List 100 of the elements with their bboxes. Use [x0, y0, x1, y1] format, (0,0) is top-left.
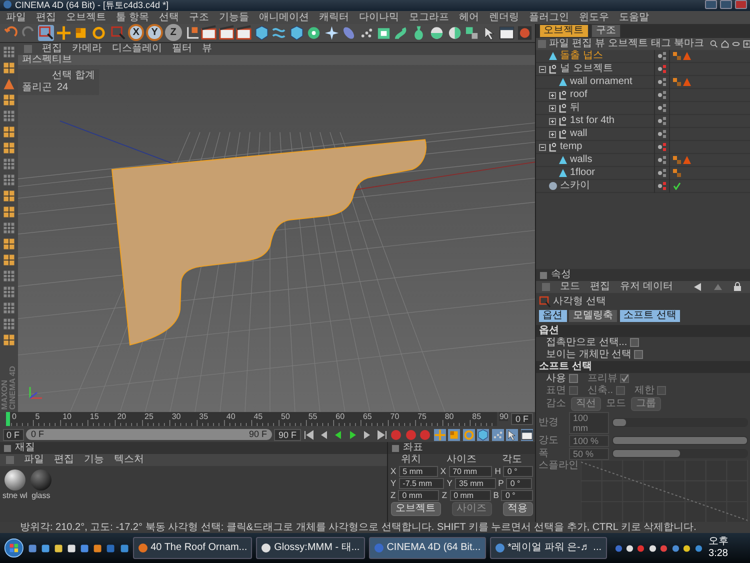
menu-item[interactable]: 뷰 [595, 38, 605, 50]
attribute-tab[interactable]: 모델링축 [569, 310, 617, 322]
menu-item[interactable]: 캐릭터 [318, 12, 349, 24]
axis-button[interactable]: X [128, 24, 144, 42]
menu-item[interactable]: 기능 [84, 454, 104, 466]
win-icon[interactable] [520, 428, 532, 440]
grid-icon[interactable] [2, 300, 16, 315]
menu-handle-icon[interactable] [6, 456, 14, 464]
texture-tag-icon[interactable] [672, 156, 680, 164]
visibility-toggle[interactable] [663, 90, 666, 100]
menu-item[interactable]: 디스플레이 [112, 42, 162, 55]
selection-icon[interactable] [38, 24, 54, 41]
mode-dropdown[interactable]: 오브젝트 [390, 502, 440, 516]
material-name[interactable]: glass [32, 490, 50, 500]
taskbar-button[interactable]: Glossy:MMM - 태... [256, 537, 365, 559]
object-name[interactable]: walls [570, 154, 592, 166]
grid-icon[interactable] [2, 204, 16, 219]
menu-item[interactable]: 유저 데이터 [620, 281, 673, 294]
coordinate-field[interactable]: 0 ° [506, 478, 532, 489]
visibility-toggle[interactable] [663, 78, 666, 86]
grid-icon[interactable] [2, 124, 16, 139]
maximize-icon[interactable] [720, 0, 732, 9]
cube-icon[interactable] [254, 24, 270, 41]
grid-icon[interactable] [2, 220, 16, 235]
object-name[interactable]: temp [560, 141, 582, 153]
visibility-toggle[interactable] [663, 156, 666, 164]
menu-item[interactable]: 모드 [560, 281, 580, 294]
app-icon[interactable] [67, 542, 76, 554]
menu-item[interactable]: 필터 [172, 42, 192, 55]
coordinate-field[interactable]: -7.5 mm [398, 478, 444, 489]
slider-track[interactable] [612, 449, 748, 458]
sphere-icon[interactable] [428, 24, 445, 41]
grid-icon[interactable] [2, 92, 16, 107]
object-name[interactable]: 1st for 4th [570, 115, 614, 127]
coordinate-field[interactable]: 70 mm [448, 466, 492, 477]
visibility-toggle[interactable] [663, 116, 666, 126]
taskbar-button[interactable]: *레이얼 파워 은-♬ ... [490, 537, 607, 559]
selection-icon[interactable] [110, 24, 126, 41]
frame-field[interactable]: 0 F [511, 413, 532, 425]
menu-item[interactable]: 헤어 [458, 12, 479, 24]
capsule-icon[interactable] [341, 24, 357, 41]
object-name[interactable]: 1floor [570, 167, 596, 179]
object-name[interactable]: 스카이 [560, 180, 590, 192]
menu-item[interactable]: 파일 [549, 38, 569, 50]
new-window-icon[interactable] [743, 40, 750, 48]
grid-icon[interactable] [2, 140, 16, 155]
skip-start-icon[interactable] [303, 428, 315, 440]
coordinate-field[interactable]: 5 mm [398, 466, 438, 477]
visibility-dot[interactable] [658, 80, 662, 84]
panel-tab[interactable]: 구조 [591, 24, 621, 38]
cube-icon[interactable] [288, 24, 304, 41]
checkbox[interactable] [634, 350, 644, 360]
app-icon[interactable] [93, 542, 102, 554]
expander-icon[interactable] [539, 144, 546, 150]
expander-icon[interactable] [549, 130, 556, 138]
ellipse-icon[interactable] [732, 40, 740, 48]
rotate-icon[interactable] [462, 428, 474, 440]
menu-item[interactable]: 모그라프 [408, 12, 449, 24]
clapboard-icon[interactable] [201, 24, 217, 41]
lock-icon[interactable] [732, 282, 743, 292]
phong-tag-icon[interactable] [683, 78, 691, 86]
range-slider[interactable]: 0 F 90 F [26, 429, 272, 440]
material-swatch[interactable] [30, 468, 52, 490]
panel-handle-icon[interactable] [4, 444, 11, 452]
grid-icon[interactable] [2, 284, 16, 299]
attribute-tab[interactable]: 옵션 [538, 310, 566, 322]
object-name[interactable]: 널 오브젝트 [560, 63, 613, 75]
grid-icon[interactable] [2, 236, 16, 251]
axis-button[interactable]: Y [146, 24, 163, 42]
visibility-dot[interactable] [658, 171, 662, 175]
coordinate-field[interactable]: 0 mm [450, 490, 491, 501]
visibility-toggle[interactable] [663, 130, 666, 138]
menu-item[interactable]: 편집 [572, 38, 592, 50]
grid-icon[interactable] [2, 156, 16, 171]
grid-icon[interactable] [2, 60, 16, 75]
menu-item[interactable]: 파일 [6, 12, 26, 24]
menu-item[interactable]: 카메라 [72, 42, 102, 55]
coordinate-field[interactable]: 0 mm [398, 490, 440, 501]
end-field[interactable]: 90 F [274, 428, 300, 440]
visibility-dot[interactable] [658, 67, 662, 71]
expander-icon[interactable] [549, 104, 556, 112]
star-icon[interactable] [324, 24, 340, 41]
visibility-toggle[interactable] [663, 104, 666, 112]
move-icon[interactable] [434, 428, 446, 440]
visibility-dot[interactable] [658, 132, 662, 136]
slider-track[interactable] [612, 418, 748, 428]
phong-tag-icon[interactable] [683, 156, 691, 164]
menu-item[interactable]: 편집 [590, 281, 610, 294]
menu-item[interactable]: 선택 [158, 12, 179, 24]
apply-button[interactable]: 적용 [502, 502, 532, 516]
menu-item[interactable]: 플러그인 [528, 12, 569, 24]
visibility-toggle[interactable] [663, 182, 666, 190]
menu-item[interactable]: 윈도우 [578, 12, 609, 24]
axis-button[interactable]: Z [164, 24, 182, 42]
object-name[interactable]: 뒤 [570, 102, 580, 114]
half-circle-icon[interactable] [446, 24, 462, 41]
visibility-toggle[interactable] [663, 52, 666, 60]
menu-item[interactable]: 북마크 [674, 38, 704, 50]
material-swatch[interactable] [4, 468, 26, 490]
grid-icon[interactable] [2, 316, 16, 331]
